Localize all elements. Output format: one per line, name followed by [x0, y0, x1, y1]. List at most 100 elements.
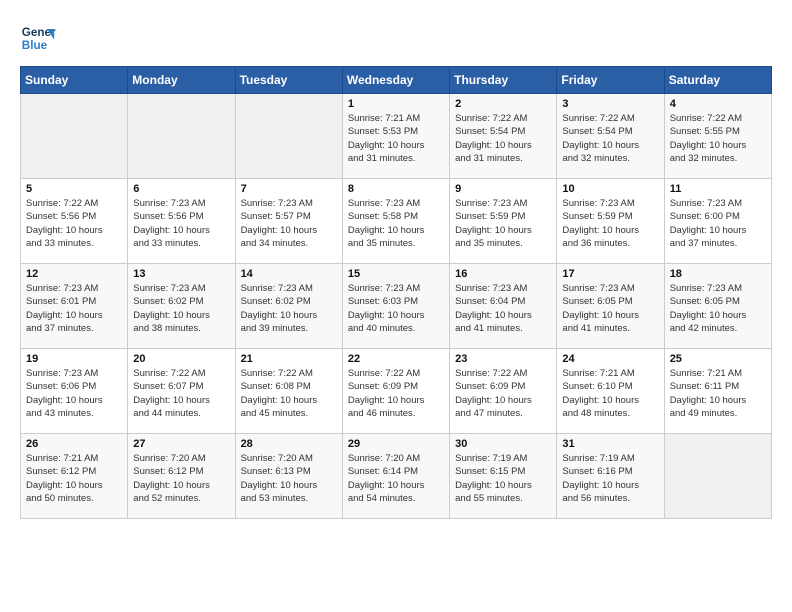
day-info: Sunrise: 7:22 AM Sunset: 5:55 PM Dayligh… [670, 112, 766, 165]
calendar-cell: 16 Sunrise: 7:23 AM Sunset: 6:04 PM Dayli… [450, 264, 557, 349]
calendar-table: SundayMondayTuesdayWednesdayThursdayFrid… [20, 66, 772, 519]
day-number: 6 [133, 183, 229, 195]
calendar-cell: 11 Sunrise: 7:23 AM Sunset: 6:00 PM Dayli… [664, 179, 771, 264]
day-number: 8 [348, 183, 444, 195]
day-header-wednesday: Wednesday [342, 67, 449, 94]
calendar-cell: 27 Sunrise: 7:20 AM Sunset: 6:12 PM Dayli… [128, 434, 235, 519]
calendar-cell [235, 94, 342, 179]
day-info: Sunrise: 7:20 AM Sunset: 6:12 PM Dayligh… [133, 452, 229, 505]
calendar-cell: 6Sunrise: 7:23 AM Sunset: 5:56 PM Daylig… [128, 179, 235, 264]
calendar-cell: 13 Sunrise: 7:23 AM Sunset: 6:02 PM Dayli… [128, 264, 235, 349]
day-header-saturday: Saturday [664, 67, 771, 94]
day-info: Sunrise: 7:22 AM Sunset: 6:09 PM Dayligh… [348, 367, 444, 420]
day-info: Sunrise: 7:23 AM Sunset: 5:59 PM Dayligh… [455, 197, 551, 250]
day-info: Sunrise: 7:23 AM Sunset: 6:02 PM Dayligh… [133, 282, 229, 335]
day-number: 14 [241, 268, 337, 280]
day-number: 27 [133, 438, 229, 450]
day-info: Sunrise: 7:22 AM Sunset: 5:54 PM Dayligh… [455, 112, 551, 165]
day-info: Sunrise: 7:22 AM Sunset: 6:09 PM Dayligh… [455, 367, 551, 420]
day-number: 4 [670, 98, 766, 110]
day-number: 13 [133, 268, 229, 280]
calendar-week-row: 1 Sunrise: 7:21 AM Sunset: 5:53 PM Daylig… [21, 94, 772, 179]
calendar-cell [128, 94, 235, 179]
calendar-cell: 15 Sunrise: 7:23 AM Sunset: 6:03 PM Dayli… [342, 264, 449, 349]
calendar-week-row: 12Sunrise: 7:23 AM Sunset: 6:01 PM Dayli… [21, 264, 772, 349]
calendar-cell: 19 Sunrise: 7:23 AM Sunset: 6:06 PM Dayli… [21, 349, 128, 434]
calendar-header-row: SundayMondayTuesdayWednesdayThursdayFrid… [21, 67, 772, 94]
day-number: 16 [455, 268, 551, 280]
day-header-sunday: Sunday [21, 67, 128, 94]
calendar-cell: 26 Sunrise: 7:21 AM Sunset: 6:12 PM Dayli… [21, 434, 128, 519]
day-info: Sunrise: 7:23 AM Sunset: 6:02 PM Dayligh… [241, 282, 337, 335]
day-number: 31 [562, 438, 658, 450]
day-number: 19 [26, 353, 122, 365]
day-info: Sunrise: 7:23 AM Sunset: 6:00 PM Dayligh… [670, 197, 766, 250]
day-number: 1 [348, 98, 444, 110]
day-header-monday: Monday [128, 67, 235, 94]
day-header-tuesday: Tuesday [235, 67, 342, 94]
calendar-cell: 3 Sunrise: 7:22 AM Sunset: 5:54 PM Daylig… [557, 94, 664, 179]
day-number: 26 [26, 438, 122, 450]
calendar-cell: 1 Sunrise: 7:21 AM Sunset: 5:53 PM Daylig… [342, 94, 449, 179]
day-info: Sunrise: 7:23 AM Sunset: 6:06 PM Dayligh… [26, 367, 122, 420]
calendar-cell: 28 Sunrise: 7:20 AM Sunset: 6:13 PM Dayli… [235, 434, 342, 519]
day-info: Sunrise: 7:22 AM Sunset: 6:08 PM Dayligh… [241, 367, 337, 420]
calendar-cell: 30Sunrise: 7:19 AM Sunset: 6:15 PM Dayli… [450, 434, 557, 519]
day-number: 5 [26, 183, 122, 195]
calendar-cell: 23Sunrise: 7:22 AM Sunset: 6:09 PM Dayli… [450, 349, 557, 434]
day-info: Sunrise: 7:23 AM Sunset: 5:59 PM Dayligh… [562, 197, 658, 250]
day-info: Sunrise: 7:22 AM Sunset: 5:54 PM Dayligh… [562, 112, 658, 165]
calendar-week-row: 26 Sunrise: 7:21 AM Sunset: 6:12 PM Dayli… [21, 434, 772, 519]
day-number: 24 [562, 353, 658, 365]
day-number: 25 [670, 353, 766, 365]
day-info: Sunrise: 7:23 AM Sunset: 6:04 PM Dayligh… [455, 282, 551, 335]
calendar-cell: 9 Sunrise: 7:23 AM Sunset: 5:59 PM Daylig… [450, 179, 557, 264]
day-header-friday: Friday [557, 67, 664, 94]
calendar-cell: 10 Sunrise: 7:23 AM Sunset: 5:59 PM Dayli… [557, 179, 664, 264]
header: General Blue [20, 20, 772, 56]
day-info: Sunrise: 7:21 AM Sunset: 5:53 PM Dayligh… [348, 112, 444, 165]
day-info: Sunrise: 7:19 AM Sunset: 6:16 PM Dayligh… [562, 452, 658, 505]
calendar-cell: 29Sunrise: 7:20 AM Sunset: 6:14 PM Dayli… [342, 434, 449, 519]
svg-text:Blue: Blue [22, 39, 48, 52]
calendar-week-row: 19 Sunrise: 7:23 AM Sunset: 6:06 PM Dayli… [21, 349, 772, 434]
calendar-cell: 24Sunrise: 7:21 AM Sunset: 6:10 PM Dayli… [557, 349, 664, 434]
day-info: Sunrise: 7:21 AM Sunset: 6:11 PM Dayligh… [670, 367, 766, 420]
day-number: 10 [562, 183, 658, 195]
calendar-cell [21, 94, 128, 179]
calendar-cell: 20Sunrise: 7:22 AM Sunset: 6:07 PM Dayli… [128, 349, 235, 434]
day-number: 20 [133, 353, 229, 365]
calendar-cell: 25 Sunrise: 7:21 AM Sunset: 6:11 PM Dayli… [664, 349, 771, 434]
day-info: Sunrise: 7:21 AM Sunset: 6:12 PM Dayligh… [26, 452, 122, 505]
calendar-cell: 14 Sunrise: 7:23 AM Sunset: 6:02 PM Dayli… [235, 264, 342, 349]
day-number: 3 [562, 98, 658, 110]
calendar-cell: 17Sunrise: 7:23 AM Sunset: 6:05 PM Dayli… [557, 264, 664, 349]
calendar-cell: 18 Sunrise: 7:23 AM Sunset: 6:05 PM Dayli… [664, 264, 771, 349]
day-number: 2 [455, 98, 551, 110]
day-number: 30 [455, 438, 551, 450]
day-number: 17 [562, 268, 658, 280]
day-number: 22 [348, 353, 444, 365]
calendar-cell: 21 Sunrise: 7:22 AM Sunset: 6:08 PM Dayli… [235, 349, 342, 434]
logo: General Blue [20, 20, 56, 56]
day-info: Sunrise: 7:23 AM Sunset: 6:01 PM Dayligh… [26, 282, 122, 335]
calendar-cell: 8Sunrise: 7:23 AM Sunset: 5:58 PM Daylig… [342, 179, 449, 264]
calendar-cell: 7Sunrise: 7:23 AM Sunset: 5:57 PM Daylig… [235, 179, 342, 264]
day-info: Sunrise: 7:23 AM Sunset: 6:05 PM Dayligh… [670, 282, 766, 335]
calendar-cell: 5 Sunrise: 7:22 AM Sunset: 5:56 PM Daylig… [21, 179, 128, 264]
day-info: Sunrise: 7:20 AM Sunset: 6:13 PM Dayligh… [241, 452, 337, 505]
day-number: 21 [241, 353, 337, 365]
day-header-thursday: Thursday [450, 67, 557, 94]
day-number: 9 [455, 183, 551, 195]
day-number: 11 [670, 183, 766, 195]
calendar-cell: 22 Sunrise: 7:22 AM Sunset: 6:09 PM Dayli… [342, 349, 449, 434]
day-info: Sunrise: 7:23 AM Sunset: 5:57 PM Dayligh… [241, 197, 337, 250]
calendar-cell: 31 Sunrise: 7:19 AM Sunset: 6:16 PM Dayli… [557, 434, 664, 519]
day-number: 18 [670, 268, 766, 280]
day-number: 15 [348, 268, 444, 280]
day-info: Sunrise: 7:22 AM Sunset: 5:56 PM Dayligh… [26, 197, 122, 250]
calendar-week-row: 5 Sunrise: 7:22 AM Sunset: 5:56 PM Daylig… [21, 179, 772, 264]
day-info: Sunrise: 7:23 AM Sunset: 6:03 PM Dayligh… [348, 282, 444, 335]
day-number: 28 [241, 438, 337, 450]
calendar-cell [664, 434, 771, 519]
